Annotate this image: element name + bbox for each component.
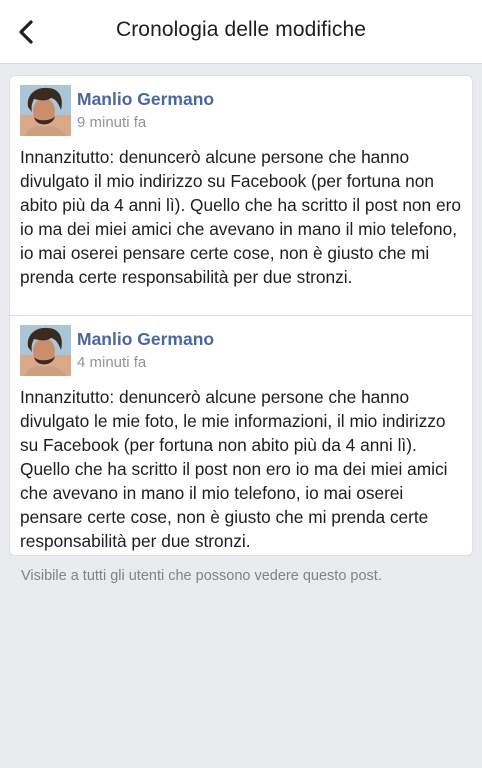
post-text: Innanzitutto: denuncerò alcune persone c… <box>20 147 461 287</box>
author-name[interactable]: Manlio Germano <box>77 329 214 350</box>
timestamp[interactable]: 4 minuti fa <box>77 354 146 371</box>
avatar[interactable] <box>20 85 71 136</box>
avatar[interactable] <box>20 325 71 376</box>
page-title: Cronologia delle modifiche <box>115 18 367 41</box>
history-entry: Manlio Germano 9 minuti fa Innanzitutto:… <box>10 76 472 316</box>
edit-history-card: Manlio Germano 9 minuti fa Innanzitutto:… <box>10 76 472 555</box>
visibility-note: Visibile a tutti gli utenti che possono … <box>21 568 382 584</box>
author-name[interactable]: Manlio Germano <box>77 89 214 110</box>
top-bar: Cronologia delle modifiche <box>0 0 482 64</box>
timestamp[interactable]: 9 minuti fa <box>77 114 146 131</box>
history-entry: Manlio Germano 4 minuti fa Innanzitutto:… <box>10 316 472 555</box>
post-text: Innanzitutto: denuncerò alcune persone c… <box>20 387 448 551</box>
